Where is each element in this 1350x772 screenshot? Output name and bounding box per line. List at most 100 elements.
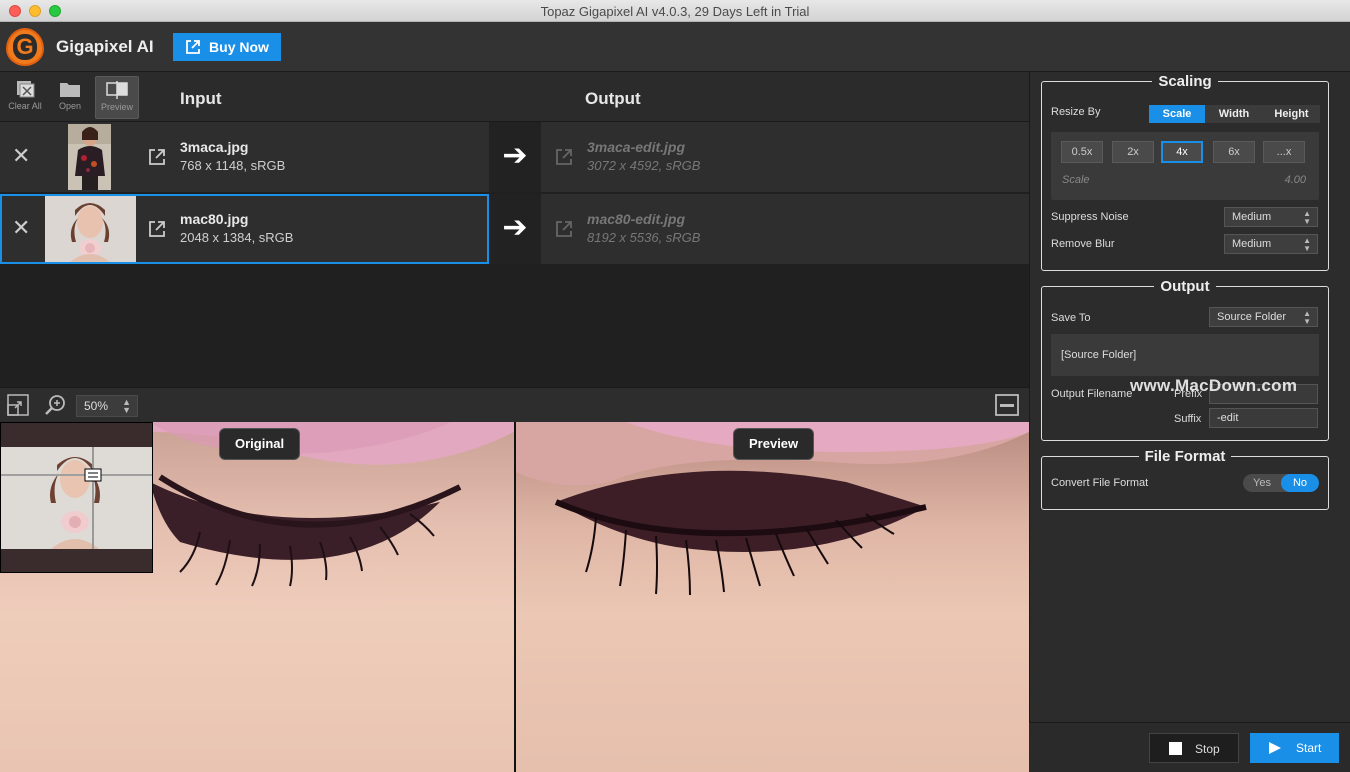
save-to-value: Source Folder bbox=[1217, 311, 1287, 323]
scale-2x-button[interactable]: 2x bbox=[1112, 141, 1154, 163]
app-name: Gigapixel AI bbox=[56, 37, 154, 56]
save-to-select[interactable]: Source Folder ▲ ▼ bbox=[1209, 307, 1318, 327]
remove-file-icon[interactable]: ✕ bbox=[12, 145, 30, 167]
output-external-icon bbox=[556, 149, 572, 165]
output-file-info: 3072 x 4592, sRGB bbox=[587, 158, 701, 173]
convert-format-label: Convert File Format bbox=[1051, 477, 1149, 489]
preview-label: Preview bbox=[100, 102, 133, 112]
toggle-yes[interactable]: Yes bbox=[1243, 474, 1281, 492]
scale-0-5x-button[interactable]: 0.5x bbox=[1061, 141, 1103, 163]
open-button[interactable]: Open bbox=[48, 76, 92, 119]
remove-blur-select[interactable]: Medium ▲ ▼ bbox=[1224, 234, 1318, 254]
file-list: ✕ 3maca.jpg 768 x 1148, sRGB ➔ 3maca-edi… bbox=[0, 122, 1029, 387]
output-file-info: 8192 x 5536, sRGB bbox=[587, 230, 701, 245]
output-title: Output bbox=[1154, 278, 1216, 295]
app-header: G Gigapixel AI Buy Now bbox=[0, 22, 1350, 72]
output-filename: mac80-edit.jpg bbox=[587, 211, 686, 227]
resize-mode-segment: Scale Width Height bbox=[1149, 105, 1320, 123]
scale-label: Scale bbox=[1062, 174, 1090, 186]
zoom-level-value: 50% bbox=[84, 399, 109, 413]
original-label-pill: Original bbox=[219, 428, 301, 460]
clear-all-icon bbox=[17, 81, 35, 98]
output-title-wrap: Output bbox=[1042, 278, 1328, 296]
settings-sidebar: Scaling Resize By Scale Width Height 0.5… bbox=[1029, 72, 1350, 722]
mode-scale[interactable]: Scale bbox=[1149, 105, 1205, 123]
logo-letter: G bbox=[13, 34, 37, 60]
scale-4x-button[interactable]: 4x bbox=[1161, 141, 1203, 163]
scale-options-box: 0.5x 2x 4x 6x ...x Scale 4.00 bbox=[1051, 132, 1319, 200]
output-column-heading: Output bbox=[585, 89, 641, 108]
app-window: Topaz Gigapixel AI v4.0.3, 29 Days Left … bbox=[0, 0, 1350, 772]
file-format-group: File Format Convert File Format Yes No bbox=[1041, 448, 1329, 510]
play-icon bbox=[1269, 742, 1281, 754]
output-external-icon bbox=[556, 221, 572, 237]
right-arrow-icon: ➔ bbox=[489, 122, 541, 192]
start-button[interactable]: Start bbox=[1250, 733, 1339, 763]
input-file-info: 768 x 1148, sRGB bbox=[180, 158, 286, 173]
title-bar: Topaz Gigapixel AI v4.0.3, 29 Days Left … bbox=[0, 0, 1350, 22]
output-filename-label: Output Filename bbox=[1051, 388, 1133, 400]
convert-format-toggle[interactable]: Yes No bbox=[1243, 474, 1319, 492]
preview-toolbar: 50% ▲ ▼ bbox=[0, 387, 1029, 422]
input-file-row[interactable]: ✕ 3maca.jpg 768 x 1148, sRGB bbox=[0, 122, 489, 192]
output-group: Output Save To Source Folder ▲ ▼ [Source … bbox=[1041, 278, 1329, 441]
folder-path-box[interactable]: [Source Folder] bbox=[1051, 334, 1319, 376]
zoom-level-select[interactable]: 50% ▲ ▼ bbox=[76, 395, 138, 417]
scaling-title: Scaling bbox=[1152, 73, 1218, 90]
window-title: Topaz Gigapixel AI v4.0.3, 29 Days Left … bbox=[540, 4, 810, 19]
output-file-row: 3maca-edit.jpg 3072 x 4592, sRGB bbox=[541, 122, 1029, 192]
save-to-label: Save To bbox=[1051, 312, 1091, 324]
folder-path: [Source Folder] bbox=[1061, 349, 1137, 361]
suppress-noise-label: Suppress Noise bbox=[1051, 211, 1129, 223]
folder-icon bbox=[60, 83, 80, 97]
input-column-heading: Input bbox=[180, 89, 222, 108]
clear-all-button[interactable]: Clear All bbox=[3, 76, 47, 119]
open-file-external-icon[interactable] bbox=[148, 148, 166, 166]
scale-value[interactable]: 4.00 bbox=[1285, 174, 1306, 186]
scale-custom-button[interactable]: ...x bbox=[1263, 141, 1305, 163]
stop-button[interactable]: Stop bbox=[1149, 733, 1239, 763]
scaling-title-wrap: Scaling bbox=[1042, 73, 1328, 91]
stepper-icon: ▲ ▼ bbox=[122, 397, 131, 415]
toggle-no[interactable]: No bbox=[1281, 474, 1319, 492]
external-link-icon bbox=[186, 40, 200, 54]
fit-to-view-icon[interactable] bbox=[7, 394, 29, 416]
preview-image-pane[interactable]: Preview bbox=[516, 422, 1029, 772]
input-filename: 3maca.jpg bbox=[180, 139, 249, 155]
stepper-icon: ▲ ▼ bbox=[1303, 209, 1311, 226]
action-bar: Stop Start bbox=[1029, 722, 1350, 772]
open-file-external-icon[interactable] bbox=[148, 220, 166, 238]
file-toolbar: Clear All Open Preview Input Output bbox=[0, 72, 1029, 122]
file-thumbnail bbox=[45, 196, 136, 262]
preview-split-icon bbox=[106, 81, 128, 99]
stepper-icon: ▲ ▼ bbox=[1303, 309, 1311, 326]
file-format-title: File Format bbox=[1138, 448, 1232, 465]
suffix-label: Suffix bbox=[1174, 413, 1202, 425]
suppress-noise-value: Medium bbox=[1232, 211, 1272, 223]
navigator-thumbnail[interactable] bbox=[0, 422, 153, 573]
scale-6x-button[interactable]: 6x bbox=[1213, 141, 1255, 163]
collapse-panel-icon[interactable] bbox=[995, 394, 1019, 416]
preview-eye-image bbox=[516, 422, 1029, 596]
input-filename: mac80.jpg bbox=[180, 211, 249, 227]
mode-height[interactable]: Height bbox=[1263, 105, 1320, 123]
buy-now-button[interactable]: Buy Now bbox=[173, 33, 281, 61]
file-format-title-wrap: File Format bbox=[1042, 448, 1328, 466]
mode-width[interactable]: Width bbox=[1205, 105, 1263, 123]
output-filename: 3maca-edit.jpg bbox=[587, 139, 686, 155]
preview-label-pill: Preview bbox=[733, 428, 815, 460]
stop-icon bbox=[1169, 742, 1182, 755]
preview-button[interactable]: Preview bbox=[95, 76, 139, 119]
start-label: Start bbox=[1296, 741, 1322, 755]
suppress-noise-select[interactable]: Medium ▲ ▼ bbox=[1224, 207, 1318, 227]
right-arrow-icon: ➔ bbox=[489, 194, 541, 264]
stepper-icon: ▲ ▼ bbox=[1303, 236, 1311, 253]
input-file-row-selected[interactable]: ✕ mac80.jpg 2048 x 1384, sRGB bbox=[0, 194, 489, 264]
output-file-row: mac80-edit.jpg 8192 x 5536, sRGB bbox=[541, 194, 1029, 264]
remove-file-icon[interactable]: ✕ bbox=[12, 217, 30, 239]
suffix-input[interactable]: -edit bbox=[1209, 408, 1318, 428]
watermark-text: www.MacDown.com bbox=[1130, 376, 1298, 395]
stop-label: Stop bbox=[1195, 742, 1220, 756]
file-thumbnail bbox=[68, 124, 111, 190]
zoom-icon[interactable] bbox=[44, 394, 66, 416]
